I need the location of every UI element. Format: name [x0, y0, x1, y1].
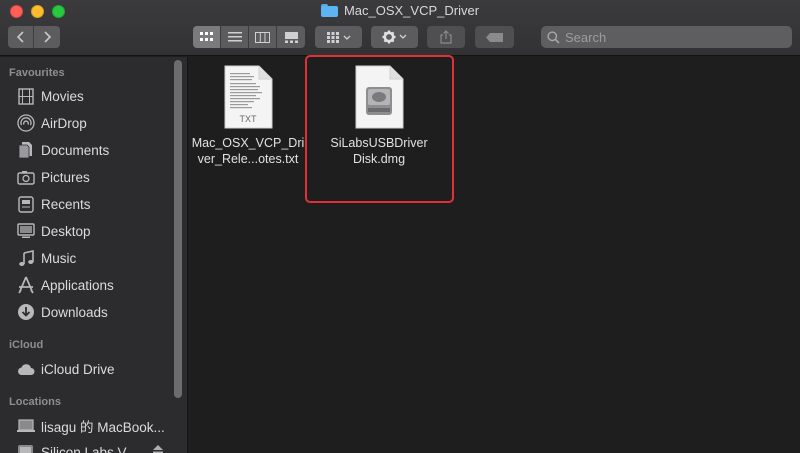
share-icon	[440, 30, 452, 44]
sidebar-item-icloud-drive[interactable]: iCloud Drive	[16, 358, 168, 380]
sidebar-scrollbar[interactable]	[174, 60, 182, 398]
sidebar-item-desktop[interactable]: Desktop	[16, 220, 168, 242]
search-field[interactable]	[541, 26, 792, 48]
cloud-icon	[16, 360, 35, 379]
sidebar-item-silicon-labs-volume[interactable]: Silicon Labs V...	[16, 441, 146, 453]
tag-button[interactable]	[475, 26, 514, 48]
sidebar-item-label: Desktop	[41, 223, 91, 239]
sidebar-section-icloud: iCloud	[9, 339, 44, 351]
sidebar-item-label: lisagu 的 MacBook...	[41, 420, 165, 435]
file-type-badge: TXT	[239, 114, 257, 124]
documents-icon	[16, 141, 35, 160]
airdrop-icon	[16, 114, 35, 133]
title-bar: Mac_OSX_VCP_Driver	[0, 0, 800, 56]
eject-icon[interactable]	[153, 445, 163, 453]
gear-icon	[382, 30, 406, 44]
search-input[interactable]	[565, 29, 775, 45]
forward-button[interactable]	[34, 26, 60, 48]
sidebar-item-label: iCloud Drive	[41, 361, 115, 377]
music-icon	[16, 249, 35, 268]
sidebar-item-airdrop[interactable]: AirDrop	[16, 112, 168, 134]
sidebar-item-label: Recents	[41, 196, 91, 212]
tag-icon	[485, 32, 503, 42]
column-view-icon	[255, 31, 270, 43]
action-button[interactable]	[371, 26, 418, 48]
sidebar-item-label: Movies	[41, 88, 84, 104]
back-button[interactable]	[8, 26, 34, 48]
sidebar-item-recents[interactable]: Recents	[16, 193, 168, 215]
sidebar-item-movies[interactable]: Movies	[16, 85, 168, 107]
sidebar-item-label: Pictures	[41, 169, 90, 185]
icon-view-icon	[199, 32, 213, 41]
file-browser: TXT Mac_OSX_VCP_Dri ver_Rele...otes.txt …	[188, 55, 800, 453]
movies-icon	[16, 87, 35, 106]
laptop-icon	[16, 417, 35, 436]
applications-icon	[16, 276, 35, 295]
sidebar-item-label: Music	[41, 250, 77, 266]
file-item-silabs-dmg[interactable]: SiLabsUSBDriver Disk.dmg	[319, 65, 439, 167]
navigation-buttons	[8, 26, 60, 48]
search-icon	[547, 30, 560, 44]
disk-icon	[16, 443, 35, 453]
view-mode-selector	[193, 26, 305, 48]
file-name: SiLabsUSBDriver Disk.dmg	[330, 136, 428, 166]
share-button[interactable]	[427, 26, 465, 48]
file-name: Mac_OSX_VCP_Dri ver_Rele...otes.txt	[191, 136, 305, 166]
gallery-view-icon	[284, 31, 298, 43]
sidebar-item-label: AirDrop	[41, 115, 87, 131]
chevron-right-icon	[44, 31, 52, 43]
sidebar-section-favourites: Favourites	[9, 67, 65, 79]
disk-image-icon	[355, 65, 404, 129]
sidebar-item-label: Documents	[41, 142, 110, 158]
recents-icon	[16, 195, 35, 214]
group-by-icon	[326, 31, 350, 43]
list-view-icon	[227, 32, 242, 42]
list-view-button[interactable]	[221, 26, 249, 48]
sidebar-item-downloads[interactable]: Downloads	[16, 301, 168, 323]
desktop-icon	[16, 222, 35, 241]
window-title: Mac_OSX_VCP_Driver	[0, 3, 800, 18]
pictures-icon	[16, 168, 35, 187]
sidebar-item-label: Applications	[41, 277, 114, 293]
sidebar-item-macbook[interactable]: lisagu 的 MacBook...	[16, 415, 168, 437]
sidebar-item-label: Silicon Labs V...	[41, 444, 137, 453]
sidebar: Favourites Movies AirDrop Documents Pict…	[0, 57, 188, 453]
sidebar-item-label: Downloads	[41, 304, 108, 320]
window-title-text: Mac_OSX_VCP_Driver	[343, 3, 480, 18]
downloads-icon	[16, 303, 35, 322]
chevron-left-icon	[16, 31, 24, 43]
sidebar-section-locations: Locations	[9, 396, 61, 408]
folder-icon	[320, 4, 338, 17]
sidebar-item-music[interactable]: Music	[16, 247, 168, 269]
file-item-release-notes[interactable]: TXT Mac_OSX_VCP_Dri ver_Rele...otes.txt	[188, 65, 308, 167]
group-by-button[interactable]	[315, 26, 362, 48]
column-view-button[interactable]	[249, 26, 277, 48]
icon-view-button[interactable]	[193, 26, 221, 48]
sidebar-item-applications[interactable]: Applications	[16, 274, 168, 296]
sidebar-item-documents[interactable]: Documents	[16, 139, 168, 161]
sidebar-item-pictures[interactable]: Pictures	[16, 166, 168, 188]
gallery-view-button[interactable]	[277, 26, 305, 48]
